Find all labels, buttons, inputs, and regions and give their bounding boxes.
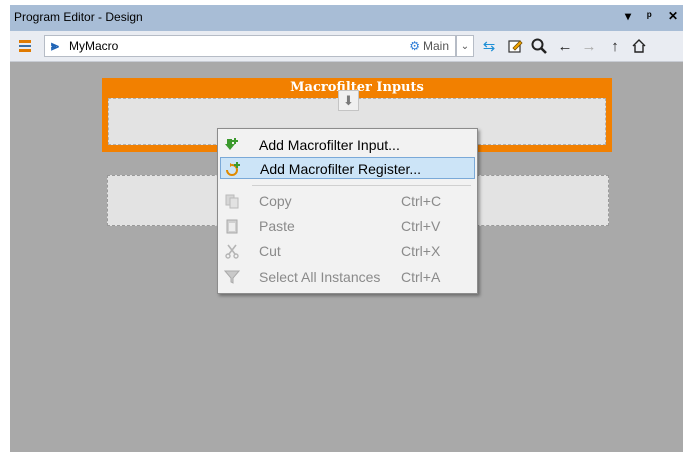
down-arrow-icon[interactable]: ⬇ [338,90,359,111]
search-icon[interactable] [528,35,550,57]
copy-icon [224,193,240,209]
window-title: Program Editor - Design [14,10,143,24]
window-titlebar: Program Editor - Design ▾ ᵖ ✕ [10,5,683,31]
select-all-instances-icon [223,269,241,285]
menu-separator [252,185,471,186]
menu-item-add-macrofilter-input[interactable]: Add Macrofilter Input... [220,134,475,156]
menu-item-label: Copy [259,193,292,209]
menu-item-label: Add Macrofilter Input... [259,137,400,153]
add-input-icon [224,137,240,153]
home-icon[interactable] [628,35,650,57]
menu-item-cut[interactable]: Cut Ctrl+X [220,240,475,262]
macro-icon: ⫸ [51,37,59,53]
macro-name: MyMacro [69,39,119,53]
main-gear-icon: ⚙ [409,39,420,53]
close-icon[interactable]: ✕ [668,9,678,23]
context-menu: Add Macrofilter Input... Add Macrofilter… [217,128,478,294]
add-register-icon [225,161,241,177]
menu-item-paste[interactable]: Paste Ctrl+V [220,215,475,237]
variant-selector[interactable]: ⚙ Main [409,39,449,53]
menu-item-shortcut: Ctrl+A [401,269,441,285]
cut-icon [224,243,240,259]
editor-toolbar: ⫸ MyMacro ⚙ Main ⌄ ⇆ ← → ↑ [10,31,683,62]
menu-item-add-macrofilter-register[interactable]: Add Macrofilter Register... [220,157,475,179]
menu-item-label: Paste [259,218,295,234]
menu-item-shortcut: Ctrl+C [401,193,442,209]
up-arrow-icon[interactable]: ↑ [604,35,626,57]
macro-path-box[interactable]: ⫸ MyMacro ⚙ Main [44,35,456,57]
menu-item-shortcut: Ctrl+X [401,243,441,259]
list-icon[interactable] [14,35,36,57]
variant-dropdown-chevron-icon[interactable]: ⌄ [456,35,474,57]
menu-item-label: Cut [259,243,281,259]
menu-item-copy[interactable]: Copy Ctrl+C [220,190,475,212]
back-arrow-icon[interactable]: ← [554,35,576,57]
variant-label: Main [422,39,449,53]
menu-item-select-all-instances[interactable]: Select All Instances Ctrl+A [220,266,475,288]
pin-icon[interactable]: ᵖ [647,9,652,23]
menu-item-shortcut: Ctrl+V [401,218,441,234]
menu-item-label: Select All Instances [259,269,381,285]
window-menu-chevron-icon[interactable]: ▾ [625,9,631,23]
menu-item-label: Add Macrofilter Register... [260,161,422,177]
paste-icon [224,218,240,234]
swap-icon[interactable]: ⇆ [478,35,500,57]
forward-arrow-icon[interactable]: → [578,35,600,57]
edit-icon[interactable] [504,35,526,57]
